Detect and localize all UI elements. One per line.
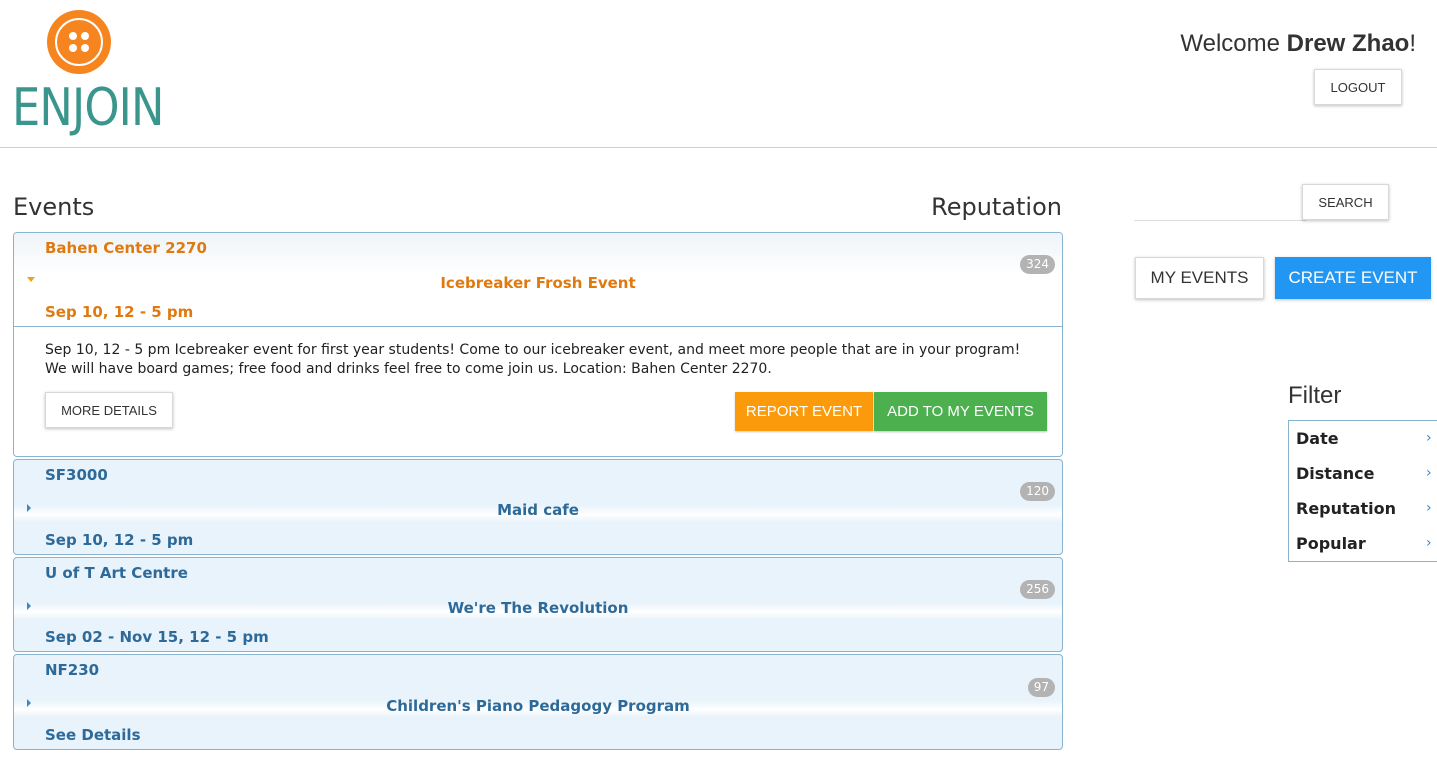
filter-item-date[interactable]: Date › <box>1289 421 1437 456</box>
logo-wordmark: ENJOIN <box>12 78 164 138</box>
create-event-button[interactable]: CREATE EVENT <box>1275 257 1431 299</box>
welcome-suffix: ! <box>1409 30 1416 57</box>
event-date[interactable]: See Details <box>45 726 141 744</box>
chevron-right-icon: › <box>1426 500 1432 516</box>
search-button[interactable]: SEARCH <box>1302 184 1389 220</box>
search-input[interactable] <box>1134 184 1306 221</box>
event-header[interactable]: SF3000 Maid cafe 120 Sep 10, 12 - 5 pm <box>14 460 1062 554</box>
event-description: Sep 10, 12 - 5 pm Icebreaker event for f… <box>45 342 1021 377</box>
filter-item-label: Popular <box>1296 534 1366 553</box>
report-event-button[interactable]: REPORT EVENT <box>735 392 873 431</box>
filter-item-label: Date <box>1296 429 1339 448</box>
more-details-button[interactable]: MORE DETAILS <box>45 392 173 428</box>
chevron-right-icon: › <box>1426 535 1432 551</box>
filter-item-popular[interactable]: Popular › <box>1289 526 1437 561</box>
event-location: NF230 <box>45 661 100 679</box>
filter-heading: Filter <box>1288 382 1342 409</box>
my-events-button[interactable]: MY EVENTS <box>1135 257 1264 299</box>
event-date: Sep 02 - Nov 15, 12 - 5 pm <box>45 628 269 646</box>
event-header[interactable]: U of T Art Centre We're The Revolution 2… <box>14 558 1062 651</box>
events-heading: Events <box>13 193 95 221</box>
reputation-badge: 324 <box>1020 255 1055 274</box>
filter-item-distance[interactable]: Distance › <box>1289 456 1437 491</box>
event-location: U of T Art Centre <box>45 564 188 582</box>
event-title: Maid cafe <box>497 501 579 519</box>
header-divider <box>0 147 1437 148</box>
logout-button[interactable]: LOGOUT <box>1314 69 1402 105</box>
reputation-heading: Reputation <box>931 193 1062 221</box>
event-header[interactable]: NF230 Children's Piano Pedagogy Program … <box>14 655 1062 749</box>
filter-item-reputation[interactable]: Reputation › <box>1289 491 1437 526</box>
chevron-right-icon: › <box>1426 465 1432 481</box>
reputation-badge: 97 <box>1027 678 1055 697</box>
welcome-message: Welcome Drew Zhao! <box>1180 30 1416 58</box>
filter-item-label: Distance <box>1296 464 1375 483</box>
event-card[interactable]: U of T Art Centre We're The Revolution 2… <box>13 557 1063 652</box>
event-date: Sep 10, 12 - 5 pm <box>45 531 194 549</box>
add-to-my-events-button[interactable]: ADD TO MY EVENTS <box>874 392 1047 431</box>
reputation-badge: 120 <box>1020 482 1055 501</box>
event-title: Children's Piano Pedagogy Program <box>386 697 690 715</box>
chevron-right-icon: › <box>1426 430 1432 446</box>
event-title: We're The Revolution <box>447 599 629 617</box>
filter-item-label: Reputation <box>1296 499 1396 518</box>
event-card: Bahen Center 2270 Icebreaker Frosh Event… <box>13 232 1063 457</box>
event-header[interactable]: Bahen Center 2270 Icebreaker Frosh Event… <box>14 233 1062 327</box>
user-name: Drew Zhao <box>1286 30 1410 57</box>
event-card[interactable]: NF230 Children's Piano Pedagogy Program … <box>13 654 1063 750</box>
filter-list: Date › Distance › Reputation › Popular › <box>1288 420 1437 562</box>
enjoin-logo[interactable]: ENJOIN <box>12 8 164 138</box>
welcome-prefix: Welcome <box>1180 30 1287 57</box>
button-logo-icon <box>47 10 111 74</box>
event-location: SF3000 <box>45 466 108 484</box>
reputation-badge: 256 <box>1020 580 1055 599</box>
event-title: Icebreaker Frosh Event <box>440 274 636 292</box>
event-details: Sep 10, 12 - 5 pm Icebreaker event for f… <box>14 327 1062 455</box>
event-location: Bahen Center 2270 <box>45 239 207 257</box>
event-card[interactable]: SF3000 Maid cafe 120 Sep 10, 12 - 5 pm <box>13 459 1063 555</box>
event-date: Sep 10, 12 - 5 pm <box>45 303 194 321</box>
